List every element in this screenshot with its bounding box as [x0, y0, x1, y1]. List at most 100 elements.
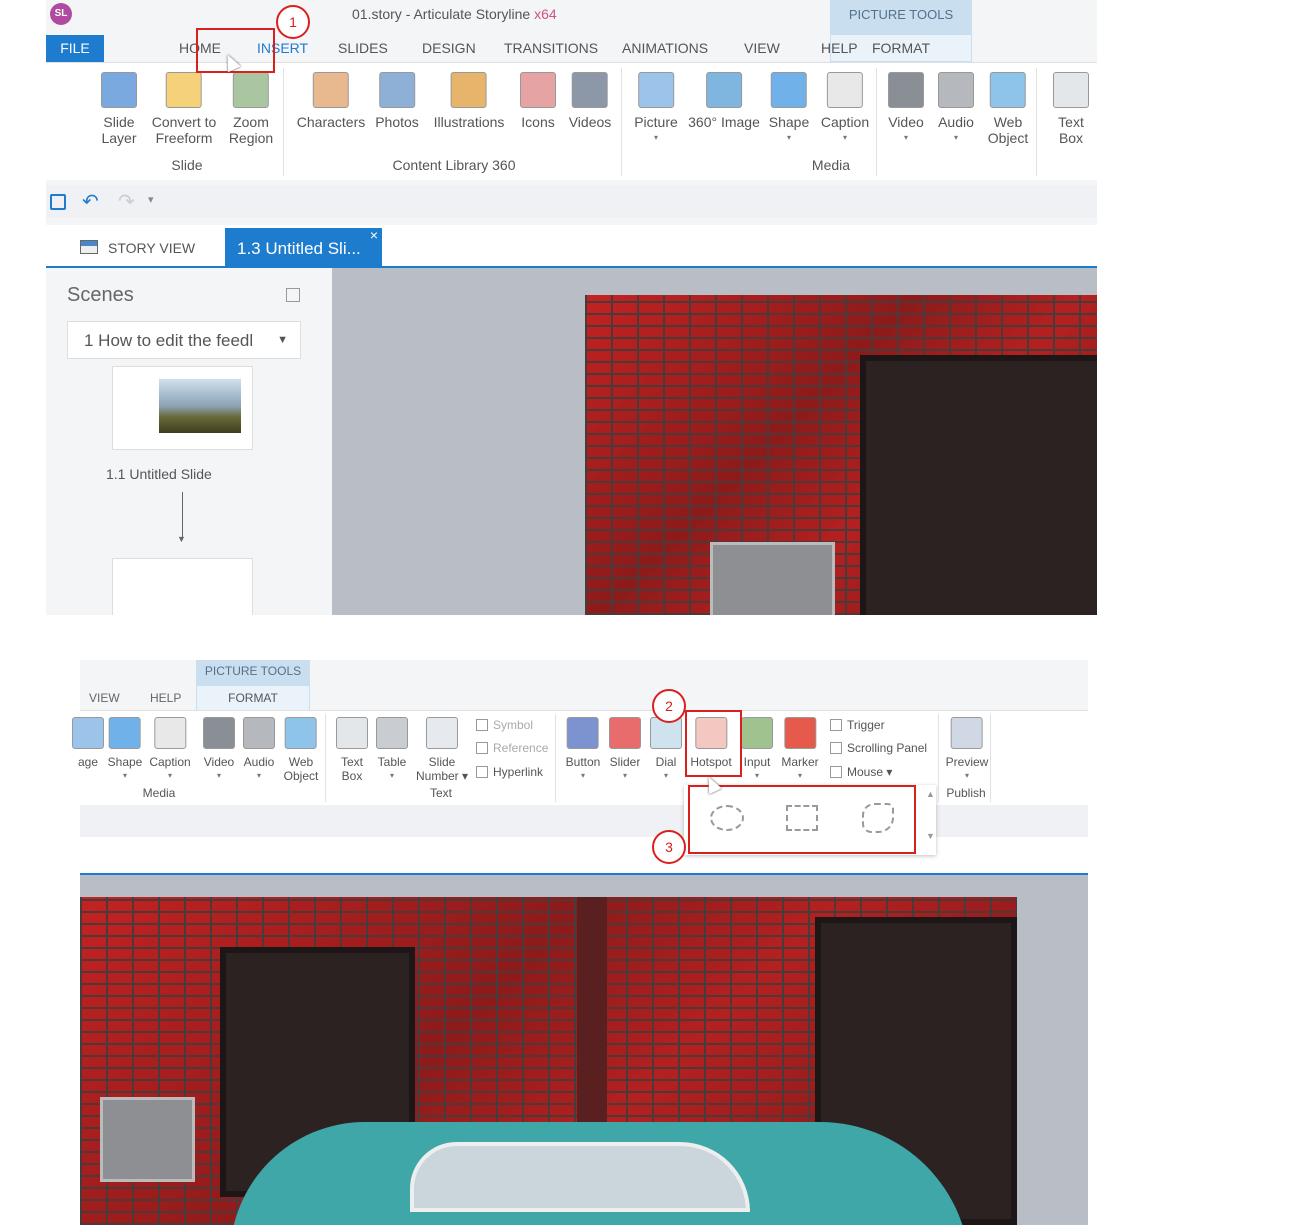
- ribbon-button-preview[interactable]: Preview ▾: [946, 717, 988, 783]
- ribbon-label: Picture: [634, 114, 678, 130]
- ribbon-label: Slide: [103, 114, 135, 130]
- brick-wall-image[interactable]: [80, 897, 1017, 1225]
- ribbon-button-web[interactable]: Web Object: [988, 72, 1028, 146]
- arrow-head-icon: ▼: [177, 534, 186, 544]
- customize-icon[interactable]: ▾: [148, 193, 154, 206]
- ribbon-label: Slider: [609, 755, 641, 769]
- ribbon-label: age: [77, 755, 99, 769]
- scroll-up-icon[interactable]: ▲: [926, 789, 935, 799]
- ribbon-button-text[interactable]: Text Box: [336, 717, 368, 783]
- ribbon-label: ▾: [653, 133, 659, 142]
- icons-icon: [520, 72, 556, 108]
- ribbon-button-audio[interactable]: Audio ▾: [938, 72, 974, 146]
- ribbon-button-trigger[interactable]: Trigger: [830, 718, 885, 732]
- preview-icon: [951, 717, 983, 749]
- ribbon-button-illustrations[interactable]: Illustrations: [433, 72, 505, 130]
- tab-view[interactable]: VIEW: [89, 691, 120, 705]
- slide-label: 1.1 Untitled Slide: [106, 466, 212, 482]
- ribbon-button-caption[interactable]: Caption ▾: [821, 72, 869, 146]
- car-window-image: [410, 1142, 750, 1212]
- ribbon-button-zoom[interactable]: Zoom Region: [229, 72, 273, 146]
- ribbon-label: ▾: [580, 771, 586, 780]
- ribbon-button-caption[interactable]: Caption ▾: [149, 717, 191, 783]
- ribbon-label: Box: [1058, 130, 1084, 146]
- ribbon-button-symbol[interactable]: Symbol: [476, 718, 533, 732]
- ribbon-label: ▾: [953, 133, 958, 142]
- ribbon-button-input[interactable]: Input ▾: [741, 717, 773, 783]
- caption-icon: [154, 717, 186, 749]
- tab-underline: [80, 873, 1088, 875]
- ribbon-button-web[interactable]: Web Object: [284, 717, 318, 783]
- ribbon-label: ▾: [663, 771, 668, 780]
- tab-help[interactable]: HELP: [150, 691, 181, 705]
- ribbon-button-videos[interactable]: Videos: [569, 72, 611, 130]
- slide-thumbnail[interactable]: [112, 558, 253, 615]
- group-divider: [876, 68, 877, 176]
- undo-icon[interactable]: ↶: [82, 189, 99, 214]
- ribbon-button-360-image[interactable]: 360° Image: [688, 72, 760, 130]
- ribbon-button-slide[interactable]: Slide Layer: [101, 72, 137, 146]
- scene-dropdown[interactable]: 1 How to edit the feedl ▼: [67, 321, 301, 359]
- ribbon-label: ▾: [786, 133, 792, 142]
- tab-format[interactable]: FORMAT: [196, 685, 310, 711]
- ribbon-button-marker[interactable]: Marker ▾: [781, 717, 819, 783]
- tab-story-view[interactable]: STORY VIEW: [108, 240, 195, 256]
- slide-thumbnail[interactable]: [112, 366, 253, 450]
- ribbon-button-photos[interactable]: Photos: [375, 72, 419, 130]
- ribbon-label: Illustrations: [433, 114, 505, 130]
- ribbon-button-shape[interactable]: Shape ▾: [769, 72, 809, 146]
- trigger-icon: [830, 719, 842, 731]
- ribbon-button-table[interactable]: Table ▾: [376, 717, 408, 783]
- scroll-down-icon[interactable]: ▼: [926, 831, 935, 841]
- caption-icon: [826, 72, 863, 108]
- ribbon-button-convert-to[interactable]: Convert to Freeform: [152, 72, 216, 146]
- chevron-down-icon: ▼: [277, 334, 288, 346]
- ribbon-label: ▾: [389, 771, 394, 780]
- tab-slide[interactable]: 1.3 Untitled Sli... ×: [225, 227, 382, 268]
- ribbon-button-button[interactable]: Button ▾: [566, 717, 600, 783]
- ribbon-label: ▾: [964, 771, 969, 780]
- tab-slides[interactable]: SLIDES: [338, 40, 388, 56]
- group-label: Media: [811, 157, 851, 173]
- ribbon-button-hyperlink[interactable]: Hyperlink: [476, 765, 543, 779]
- tab-transitions[interactable]: TRANSITIONS: [504, 40, 598, 56]
- car-image: [230, 1122, 970, 1225]
- ribbon-label: Text: [340, 755, 363, 769]
- reference-icon: [476, 742, 488, 754]
- brick-wall-image[interactable]: [585, 295, 1097, 615]
- ribbon-button-text[interactable]: Text Box: [1053, 72, 1089, 146]
- ribbon-button-reference[interactable]: Reference: [476, 741, 548, 755]
- ribbon-button-scrolling-panel[interactable]: Scrolling Panel: [830, 741, 927, 755]
- tab-view[interactable]: VIEW: [744, 40, 780, 56]
- slider-icon: [609, 717, 641, 749]
- group-label: Publish: [946, 786, 986, 800]
- ribbon-label: Number ▾: [415, 769, 469, 783]
- callout-box-hotspot: [685, 710, 742, 777]
- ribbon-button-mouse[interactable]: Mouse ▾: [830, 765, 892, 779]
- ribbon-button-picture[interactable]: Picture ▾: [634, 72, 678, 146]
- video-icon: [203, 717, 235, 749]
- ribbon-label: ▾: [256, 771, 261, 780]
- ribbon-button-video[interactable]: Video ▾: [888, 72, 924, 146]
- tab-design[interactable]: DESIGN: [422, 40, 476, 56]
- ribbon-button-audio[interactable]: Audio ▾: [243, 717, 275, 783]
- float-panel-icon[interactable]: [286, 288, 300, 302]
- save-icon[interactable]: [50, 194, 66, 210]
- ribbon-button-characters[interactable]: Characters: [297, 72, 365, 130]
- ribbon-button-icons[interactable]: Icons: [520, 72, 556, 130]
- ribbon-button-shape[interactable]: Shape ▾: [108, 717, 142, 783]
- ribbon-button-age[interactable]: age: [72, 717, 104, 769]
- group-divider: [621, 68, 622, 176]
- window-title: 01.story - Articulate Storyline x64: [352, 6, 557, 22]
- web-icon: [990, 72, 1026, 108]
- tab-help[interactable]: HELP: [821, 40, 858, 56]
- ribbon-button-slide[interactable]: Slide Number ▾: [416, 717, 468, 783]
- ribbon-button-dial[interactable]: Dial ▾: [650, 717, 682, 783]
- title-text: 01.story - Articulate Storyline: [352, 6, 531, 22]
- tab-file[interactable]: FILE: [46, 35, 104, 62]
- ribbon-button-slider[interactable]: Slider ▾: [609, 717, 641, 783]
- close-tab-icon[interactable]: ×: [370, 214, 378, 256]
- ribbon-button-video[interactable]: Video ▾: [203, 717, 235, 783]
- redo-icon[interactable]: ↷: [118, 189, 135, 214]
- tab-animations[interactable]: ANIMATIONS: [622, 40, 708, 56]
